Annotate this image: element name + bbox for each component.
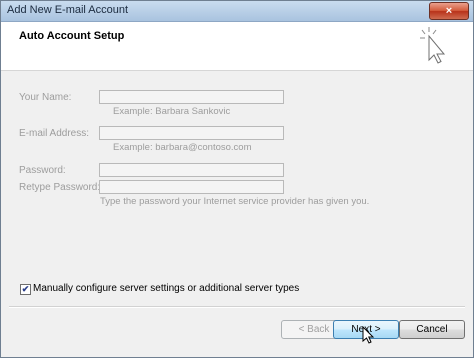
email-address-hint: Example: barbara@contoso.com [113,142,252,153]
password-hint: Type the password your Internet service … [100,196,370,207]
your-name-input[interactable] [99,90,284,104]
email-address-label: E-mail Address: [19,128,90,139]
manual-config-label[interactable]: Manually configure server settings or ad… [33,283,299,294]
your-name-label: Your Name: [19,92,72,103]
window-title: Add New E-mail Account [7,4,129,16]
cancel-button[interactable]: Cancel [399,320,465,339]
close-button[interactable]: × [429,2,469,20]
password-input[interactable] [99,163,284,177]
retype-password-input[interactable] [99,180,284,194]
footer-divider [9,306,465,308]
add-email-account-dialog: Add New E-mail Account × Auto Account Se… [0,0,474,358]
password-label: Password: [19,165,66,176]
your-name-hint: Example: Barbara Sankovic [113,106,231,117]
email-address-input[interactable] [99,126,284,140]
wizard-header: Auto Account Setup [1,22,473,71]
retype-password-label: Retype Password: [19,182,101,193]
cursor-sparkle-icon [420,27,446,64]
manual-config-checkbox[interactable]: ✔ [20,284,31,295]
mouse-pointer-icon [362,326,375,344]
page-title: Auto Account Setup [19,30,125,42]
title-bar[interactable]: Add New E-mail Account × [1,1,473,22]
